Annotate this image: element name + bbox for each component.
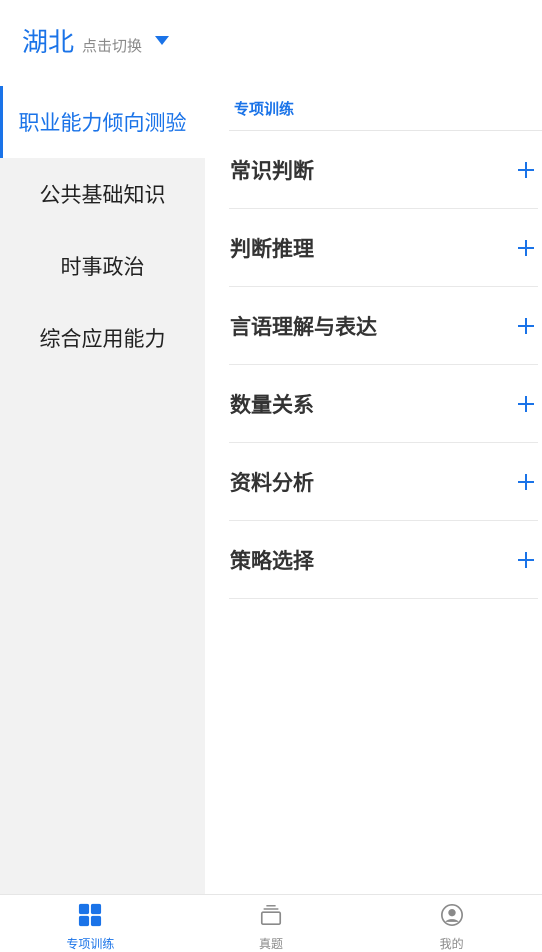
topic-label: 数量关系 — [230, 392, 314, 417]
plus-icon[interactable] — [518, 395, 534, 412]
topic-label: 判断推理 — [230, 236, 314, 261]
sidebar: 职业能力倾向测验 公共基础知识 时事政治 综合应用能力 — [0, 86, 205, 894]
user-circle-icon — [440, 904, 463, 926]
sidebar-item-aptitude-test[interactable]: 职业能力倾向测验 — [0, 86, 205, 158]
tab-label: 我的 — [439, 937, 464, 951]
topic-row[interactable]: 言语理解与表达 — [229, 287, 538, 365]
sidebar-item-label: 职业能力倾向测验 — [18, 111, 187, 135]
main-content: 专项训练 常识判断 判断推理 言语理解与表达 数量关系 资料分析 策略选择 — [205, 86, 542, 894]
header: 湖北 点击切换 — [0, 0, 542, 86]
plus-icon[interactable] — [518, 317, 534, 334]
plus-icon[interactable] — [518, 551, 534, 568]
grid-icon — [79, 903, 102, 927]
sidebar-item-current-affairs[interactable]: 时事政治 — [0, 230, 205, 302]
topic-row[interactable]: 策略选择 — [229, 521, 538, 599]
topic-label: 资料分析 — [230, 470, 314, 495]
topic-list: 常识判断 判断推理 言语理解与表达 数量关系 资料分析 策略选择 — [229, 131, 538, 599]
sidebar-item-label: 时事政治 — [60, 255, 145, 279]
tab-mine[interactable]: 我的 — [361, 895, 542, 952]
bottom-tab-bar: 专项训练 真题 我的 — [0, 894, 542, 952]
tab-special-training[interactable]: 专项训练 — [0, 895, 181, 952]
topic-label: 策略选择 — [230, 548, 314, 573]
plus-icon[interactable] — [518, 239, 534, 256]
topic-label: 常识判断 — [230, 158, 314, 183]
plus-icon[interactable] — [518, 161, 534, 178]
topic-label: 言语理解与表达 — [230, 314, 377, 339]
switch-hint[interactable]: 点击切换 — [82, 32, 142, 60]
region-switcher[interactable]: 湖北 点击切换 — [22, 26, 170, 60]
sidebar-item-comprehensive-application[interactable]: 综合应用能力 — [0, 302, 205, 374]
topic-row[interactable]: 常识判断 — [229, 131, 538, 209]
topic-row[interactable]: 资料分析 — [229, 443, 538, 521]
caret-down-icon[interactable] — [155, 36, 170, 45]
stack-icon — [260, 905, 282, 926]
sidebar-item-label: 综合应用能力 — [39, 327, 166, 351]
tab-past-papers[interactable]: 真题 — [181, 895, 362, 952]
sidebar-item-label: 公共基础知识 — [39, 183, 166, 207]
topic-row[interactable]: 数量关系 — [229, 365, 538, 443]
tab-label: 专项训练 — [66, 937, 115, 951]
tab-label: 真题 — [259, 937, 284, 951]
region-name[interactable]: 湖北 — [22, 26, 74, 60]
section-title: 专项训练 — [234, 100, 295, 118]
topic-row[interactable]: 判断推理 — [229, 209, 538, 287]
plus-icon[interactable] — [518, 473, 534, 490]
sidebar-item-public-knowledge[interactable]: 公共基础知识 — [0, 158, 205, 230]
